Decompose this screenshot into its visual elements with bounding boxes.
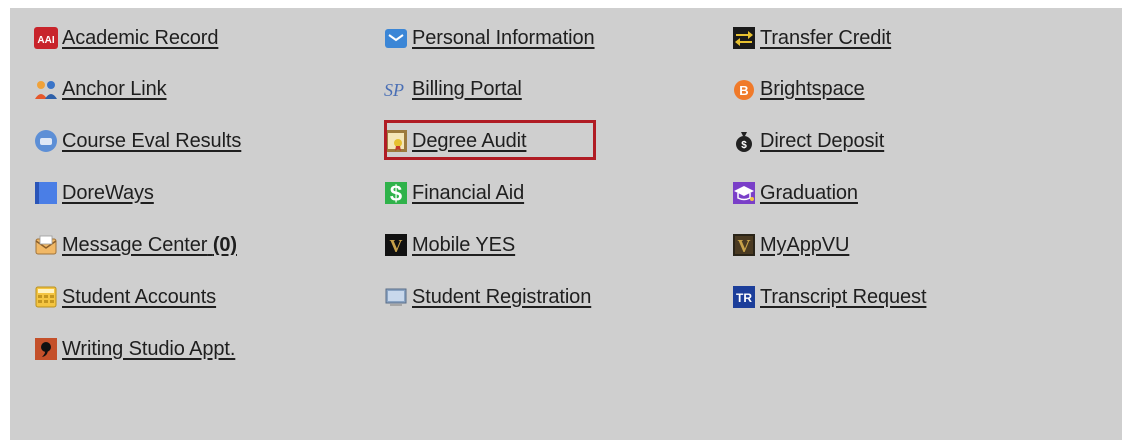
link-transcript-request[interactable]: TR Transcript Request	[732, 282, 927, 312]
link-label[interactable]: DoreWays	[62, 182, 154, 205]
svg-text:TR: TR	[736, 291, 752, 305]
link-label[interactable]: Direct Deposit	[760, 130, 884, 153]
link-label[interactable]: Mobile YES	[412, 234, 515, 257]
link-personal-information[interactable]: Personal Information	[384, 23, 595, 53]
graduation-cap-icon	[732, 181, 756, 205]
link-label[interactable]: Graduation	[760, 182, 858, 205]
vanderbilt-v-icon: V	[732, 233, 756, 257]
link-student-registration[interactable]: Student Registration	[384, 282, 591, 312]
svg-text:$: $	[390, 181, 402, 205]
svg-text:$: $	[741, 140, 747, 151]
arrows-exchange-icon	[732, 26, 756, 50]
link-label[interactable]: Degree Audit	[412, 130, 527, 153]
link-message-center[interactable]: Message Center (0)	[34, 230, 237, 260]
svg-text:V: V	[390, 236, 403, 256]
svg-text:V: V	[738, 236, 751, 256]
svg-text:B: B	[739, 83, 748, 98]
link-transfer-credit[interactable]: Transfer Credit	[732, 23, 891, 53]
link-graduation[interactable]: Graduation	[732, 178, 858, 208]
link-course-eval-results[interactable]: Course Eval Results	[34, 126, 241, 156]
calculator-icon	[34, 285, 58, 309]
sp-icon: SP	[384, 77, 408, 101]
link-label[interactable]: Personal Information	[412, 27, 595, 50]
link-label[interactable]: Financial Aid	[412, 182, 524, 205]
link-label[interactable]: Transfer Credit	[760, 27, 891, 50]
people-icon	[34, 77, 58, 101]
envelope-open-icon	[34, 233, 58, 257]
dollar-icon: $	[384, 181, 408, 205]
link-billing-portal[interactable]: SP Billing Portal	[384, 74, 522, 104]
links-panel: AAI Academic Record Anchor Link Course E…	[10, 8, 1122, 440]
link-label[interactable]: Brightspace	[760, 78, 865, 101]
link-doreways[interactable]: DoreWays	[34, 178, 154, 208]
link-anchor-link[interactable]: Anchor Link	[34, 74, 167, 104]
link-academic-record[interactable]: AAI Academic Record	[34, 23, 218, 53]
link-student-accounts[interactable]: Student Accounts	[34, 282, 216, 312]
link-label[interactable]: Student Registration	[412, 286, 591, 309]
link-direct-deposit[interactable]: $ Direct Deposit	[732, 126, 884, 156]
message-count: (0)	[212, 233, 237, 256]
link-label[interactable]: MyAppVU	[760, 234, 849, 257]
aai-icon: AAI	[34, 26, 58, 50]
link-degree-audit[interactable]: Degree Audit	[384, 126, 527, 156]
svg-text:AAI: AAI	[37, 35, 54, 46]
link-label[interactable]: Message Center (0)	[62, 234, 237, 257]
tr-icon: TR	[732, 285, 756, 309]
link-financial-aid[interactable]: $ Financial Aid	[384, 178, 524, 208]
link-writing-studio-appt[interactable]: Writing Studio Appt.	[34, 334, 235, 364]
vanderbilt-v-icon: V	[384, 233, 408, 257]
mail-icon	[384, 26, 408, 50]
link-label[interactable]: Academic Record	[62, 27, 218, 50]
link-label[interactable]: Transcript Request	[760, 286, 927, 309]
brightspace-icon: B	[732, 77, 756, 101]
chat-bubble-icon	[34, 129, 58, 153]
blue-square-icon	[34, 181, 58, 205]
link-brightspace[interactable]: B Brightspace	[732, 74, 865, 104]
link-label[interactable]: Anchor Link	[62, 78, 167, 101]
money-bag-icon: $	[732, 129, 756, 153]
link-myappvu[interactable]: V MyAppVU	[732, 230, 849, 260]
link-mobile-yes[interactable]: V Mobile YES	[384, 230, 515, 260]
link-label[interactable]: Course Eval Results	[62, 130, 241, 153]
link-label[interactable]: Student Accounts	[62, 286, 216, 309]
link-label[interactable]: Writing Studio Appt.	[62, 338, 235, 361]
diploma-icon	[384, 129, 408, 153]
link-label[interactable]: Billing Portal	[412, 78, 522, 101]
svg-text:SP: SP	[384, 80, 404, 100]
monitor-icon	[384, 285, 408, 309]
speech-comma-icon	[34, 337, 58, 361]
